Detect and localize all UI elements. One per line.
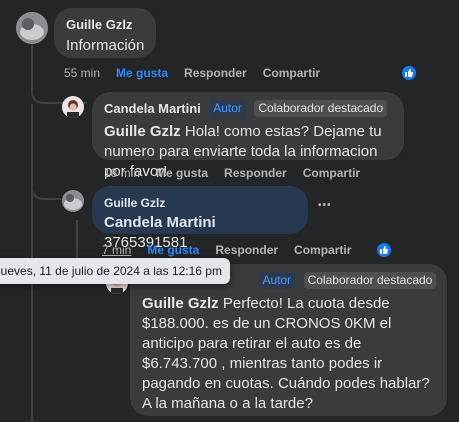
mention-link[interactable]: Candela Martini xyxy=(104,214,216,231)
avatar[interactable] xyxy=(16,12,48,44)
comment-bubble: Guille Gzlz Información xyxy=(54,8,156,58)
comment-bubble-highlighted: Guille Gzlz Candela Martini 3765391581 xyxy=(92,186,308,251)
comment-actions: 55 min Me gusta Responder Compartir xyxy=(64,64,419,82)
mention-link[interactable]: Guille Gzlz xyxy=(104,123,181,140)
featured-badge: Colaborador destacado xyxy=(303,272,437,289)
comment-time[interactable]: 18 min xyxy=(104,166,140,180)
avatar-photo xyxy=(16,12,48,44)
timestamp-tooltip: jueves, 11 de julio de 2024 a las 12:16 … xyxy=(0,258,230,284)
reply-button[interactable]: Responder xyxy=(224,166,287,180)
comment-bubble: Candela Martini Autor Colaborador destac… xyxy=(92,92,404,180)
comment-text: Información xyxy=(66,37,145,54)
avatar[interactable] xyxy=(62,96,84,118)
comment-time[interactable]: 55 min xyxy=(64,66,100,80)
avatar-photo xyxy=(62,96,84,118)
featured-badge: Colaborador destacado xyxy=(254,100,388,117)
like-button[interactable]: Me gusta xyxy=(147,243,199,257)
avatar-photo xyxy=(62,190,84,212)
reply-button[interactable]: Responder xyxy=(215,243,278,257)
comment-author[interactable]: Guille Gzlz xyxy=(66,17,132,32)
comment-body: Perfecto! La cuota desde $188.000. es de… xyxy=(142,295,430,412)
thumbs-up-icon[interactable] xyxy=(375,241,394,259)
like-button[interactable]: Me gusta xyxy=(116,66,168,80)
comment-author[interactable]: Candela Martini xyxy=(104,101,201,116)
thumbs-up-icon[interactable] xyxy=(400,64,419,82)
comment-actions: 7 min Me gusta Responder Compartir xyxy=(102,241,394,259)
comment-time[interactable]: 7 min xyxy=(102,243,131,257)
author-badge: Autor xyxy=(209,100,246,117)
author-badge: Autor xyxy=(258,272,296,289)
reply-button[interactable]: Responder xyxy=(184,66,247,80)
share-button[interactable]: Compartir xyxy=(294,243,351,257)
comment-bubble: Autor Colaborador destacado Guille Gzlz … xyxy=(130,264,447,416)
like-button[interactable]: Me gusta xyxy=(156,166,208,180)
comment-text: Guille Gzlz Perfecto! La cuota desde $18… xyxy=(142,294,435,414)
share-button[interactable]: Compartir xyxy=(263,66,320,80)
comment-author[interactable]: Guille Gzlz xyxy=(104,196,165,210)
comment-actions: 18 min Me gusta Responder Compartir xyxy=(104,166,376,180)
thread-line-3 xyxy=(31,180,61,200)
avatar[interactable] xyxy=(62,190,84,212)
more-options-icon[interactable]: ••• xyxy=(318,200,332,211)
mention-link[interactable]: Guille Gzlz xyxy=(142,295,219,312)
share-button[interactable]: Compartir xyxy=(303,166,360,180)
